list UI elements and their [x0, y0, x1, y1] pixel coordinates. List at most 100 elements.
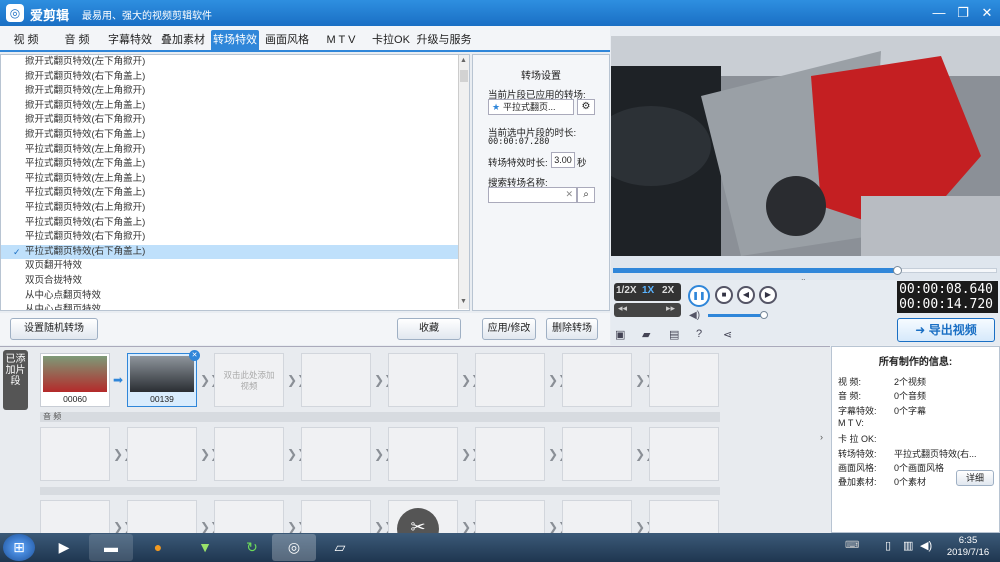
tab-transition[interactable]: 转场特效	[211, 30, 259, 50]
network-icon[interactable]: ▥	[903, 539, 913, 552]
transition-item[interactable]: 平拉式翻页特效(右下角掀开)	[1, 230, 469, 245]
transition-item[interactable]: 双页翻开特效	[1, 259, 469, 274]
transition-arrow-icon[interactable]: ❯❯	[113, 447, 133, 461]
transition-arrow-icon[interactable]: ❯❯	[200, 373, 220, 387]
save-icon[interactable]: ▤	[669, 328, 679, 341]
trans-duration-input[interactable]: 3.00	[551, 152, 575, 168]
transition-arrow-icon[interactable]: ❯❯	[635, 373, 655, 387]
transition-item[interactable]: 平拉式翻页特效(左上角盖上)	[1, 172, 469, 187]
video-preview[interactable]	[611, 36, 1000, 256]
search-icon[interactable]: ⌕	[577, 187, 595, 203]
empty-slot[interactable]	[40, 427, 110, 481]
clip-thumbnail[interactable]: 00139 ✕	[127, 350, 200, 407]
transition-item[interactable]: 双页合拢特效	[1, 274, 469, 289]
empty-slot[interactable]	[562, 353, 632, 407]
maximize-icon[interactable]: ❐	[952, 3, 974, 23]
firefox-icon[interactable]: ●	[136, 534, 180, 561]
transition-arrow-icon[interactable]: ❯❯	[461, 373, 481, 387]
empty-slot[interactable]	[127, 500, 197, 533]
transition-arrow-icon[interactable]: ❯❯	[635, 447, 655, 461]
transition-item[interactable]: 平拉式翻页特效(左下角盖上)	[1, 157, 469, 172]
transition-arrow-icon[interactable]: ❯❯	[374, 447, 394, 461]
empty-slot[interactable]	[388, 353, 458, 407]
tab-mtv[interactable]: M T V	[316, 30, 366, 50]
empty-slot[interactable]	[40, 500, 110, 533]
random-transition-button[interactable]: 设置随机转场	[10, 318, 98, 340]
transition-arrow-icon[interactable]: ❯❯	[287, 520, 307, 533]
tab-video[interactable]: 视 频	[6, 30, 46, 50]
phone-icon[interactable]: ▯	[885, 539, 891, 552]
panel-toggle-icon[interactable]: ›	[820, 432, 823, 442]
minimize-icon[interactable]: —	[928, 3, 950, 23]
transition-arrow-icon[interactable]: ❯❯	[113, 520, 133, 533]
speaker-icon[interactable]: ◀)	[920, 539, 932, 552]
transition-arrow-icon[interactable]: ❯❯	[200, 520, 220, 533]
close-icon[interactable]: ✕	[976, 3, 998, 23]
transition-item[interactable]: 掀开式翻页特效(左上角掀开)	[1, 84, 469, 99]
aijianji-task-icon[interactable]: ◎	[272, 534, 316, 561]
pause-icon[interactable]: ❚❚	[688, 285, 710, 307]
detail-button[interactable]: 详细	[956, 470, 994, 486]
empty-slot[interactable]	[388, 427, 458, 481]
clip-thumbnail[interactable]: 00060	[40, 353, 110, 407]
scroll-down-icon[interactable]: ▼	[460, 298, 468, 306]
refresh-app-icon[interactable]: ↻	[230, 534, 274, 561]
transition-item[interactable]: 平拉式翻页特效(右上角掀开)	[1, 201, 469, 216]
keyboard-icon[interactable]: ⌨	[845, 540, 859, 551]
stop-icon[interactable]: ■	[715, 286, 733, 304]
empty-slot[interactable]	[301, 353, 371, 407]
remove-clip-icon[interactable]: ✕	[189, 350, 200, 361]
scroll-up-icon[interactable]: ▲	[460, 57, 468, 65]
speed-half[interactable]: 1/2X	[616, 285, 637, 296]
transition-arrow-icon[interactable]: ➡	[113, 373, 125, 387]
next-icon[interactable]: ▶	[759, 286, 777, 304]
transition-item[interactable]: 掀开式翻页特效(左下角掀开)	[1, 55, 469, 70]
empty-slot[interactable]	[301, 427, 371, 481]
prev-icon[interactable]: ◀	[737, 286, 755, 304]
transition-arrow-icon[interactable]: ❯❯	[461, 447, 481, 461]
empty-slot[interactable]: 双击此处添加视频	[214, 353, 284, 407]
gift-icon[interactable]: ⚙	[577, 99, 595, 115]
collect-button[interactable]: 收藏	[397, 318, 461, 340]
transition-arrow-icon[interactable]: ❯❯	[548, 373, 568, 387]
transition-arrow-icon[interactable]: ❯❯	[200, 447, 220, 461]
empty-slot[interactable]	[562, 500, 632, 533]
transition-arrow-icon[interactable]: ❯❯	[287, 373, 307, 387]
step-back-icon[interactable]: ◂◂	[618, 303, 627, 314]
new-icon[interactable]: ▣	[615, 328, 625, 341]
progress-handle[interactable]	[893, 266, 903, 275]
empty-slot[interactable]	[475, 427, 545, 481]
tab-upgrade[interactable]: 升级与服务	[416, 30, 472, 50]
tab-karaoke[interactable]: 卡拉OK	[369, 30, 413, 50]
transition-arrow-icon[interactable]: ❯❯	[548, 520, 568, 533]
step-forward-icon[interactable]: ▸▸	[666, 303, 675, 314]
transition-arrow-icon[interactable]: ❯❯	[461, 520, 481, 533]
export-video-button[interactable]: ➜ 导出视频	[897, 318, 995, 342]
explorer-icon[interactable]: ▬	[89, 534, 133, 561]
transition-item[interactable]: 掀开式翻页特效(右下角掀开)	[1, 113, 469, 128]
empty-slot[interactable]	[562, 427, 632, 481]
empty-slot[interactable]	[649, 427, 719, 481]
transition-item[interactable]: 平拉式翻页特效(右下角盖上)	[1, 216, 469, 231]
transition-arrow-icon[interactable]: ❯❯	[374, 373, 394, 387]
video-app-icon[interactable]: ▼	[183, 534, 227, 561]
list-scrollbar[interactable]: ▲ ▼	[458, 55, 469, 309]
empty-slot[interactable]	[475, 500, 545, 533]
transition-arrow-icon[interactable]: ❯❯	[548, 447, 568, 461]
playback-progress[interactable]: ⌄	[611, 256, 1000, 283]
open-folder-icon[interactable]: ▰	[642, 328, 650, 341]
transition-item[interactable]: 掀开式翻页特效(左上角盖上)	[1, 99, 469, 114]
volume-slider[interactable]	[708, 314, 764, 317]
empty-slot[interactable]	[214, 427, 284, 481]
tab-overlay[interactable]: 叠加素材	[159, 30, 207, 50]
transition-arrow-icon[interactable]: ❯❯	[635, 520, 655, 533]
tab-style[interactable]: 画面风格	[263, 30, 311, 50]
empty-slot[interactable]	[649, 500, 719, 533]
frame-step-control[interactable]: ◂◂ ▸▸	[614, 303, 681, 317]
apply-transition-button[interactable]: 应用/修改	[482, 318, 536, 340]
delete-transition-button[interactable]: 删除转场	[546, 318, 598, 340]
start-icon[interactable]: ⊞	[3, 534, 35, 561]
transition-item[interactable]: 从中心点翻页特效	[1, 303, 469, 310]
media-player-icon[interactable]: ▶	[42, 534, 86, 561]
added-clips-tab[interactable]: 已添加片段	[3, 350, 28, 410]
